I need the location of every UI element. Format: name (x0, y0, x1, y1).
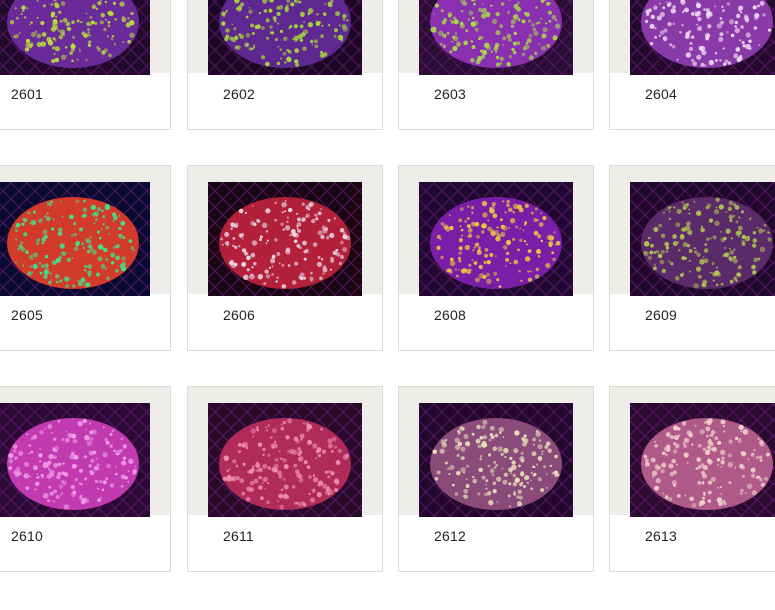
coral-photo-pink-polyp-cluster[interactable] (0, 403, 150, 517)
card-caption[interactable]: 2609 (645, 307, 677, 323)
card-caption[interactable]: 2603 (434, 86, 466, 102)
card-caption[interactable]: 2608 (434, 307, 466, 323)
gallery-card[interactable]: 2612 (398, 386, 594, 572)
coral-photo-green-rimmed-purple-polyps[interactable] (208, 0, 362, 75)
gallery-card[interactable]: 2611 (187, 386, 383, 572)
coral-photo-cream-polyp-cluster[interactable] (419, 403, 573, 517)
gallery-card[interactable]: 2609 (609, 165, 775, 351)
gallery-card[interactable]: 2608 (398, 165, 594, 351)
card-caption[interactable]: 2611 (223, 528, 254, 544)
gallery-card[interactable]: 2613 (609, 386, 775, 572)
card-caption[interactable]: 2612 (434, 528, 466, 544)
gallery-card[interactable]: 2603 (398, 0, 594, 130)
card-caption[interactable]: 2602 (223, 86, 255, 102)
gallery-card[interactable]: 2604 (609, 0, 775, 130)
card-caption[interactable]: 2604 (645, 86, 677, 102)
coral-photo-red-pink-polyp-cluster[interactable] (208, 403, 362, 517)
coral-photo-purple-mushroom-gold-rays[interactable] (419, 182, 573, 296)
gallery-card[interactable]: 2606 (187, 165, 383, 351)
card-caption[interactable]: 2605 (11, 307, 43, 323)
coral-photo-green-polyp-cluster[interactable] (630, 182, 775, 296)
coral-photo-green-rimmed-purple-polyps[interactable] (419, 0, 573, 75)
card-caption[interactable]: 2613 (645, 528, 677, 544)
coral-photo-purple-mushroom-white-spots[interactable] (630, 0, 775, 75)
coral-photo-cream-pink-polyp-cluster[interactable] (630, 403, 775, 517)
card-caption[interactable]: 2601 (11, 86, 43, 102)
coral-photo-green-rimmed-purple-polyps[interactable] (0, 0, 150, 75)
gallery-card[interactable]: 2601 (0, 0, 171, 130)
gallery-card[interactable]: 2610 (0, 386, 171, 572)
coral-photo-red-mushroom-green-streaks[interactable] (0, 182, 150, 296)
card-caption[interactable]: 2610 (11, 528, 43, 544)
card-caption[interactable]: 2606 (223, 307, 255, 323)
coral-photo-red-white-mushroom[interactable] (208, 182, 362, 296)
gallery-card[interactable]: 2602 (187, 0, 383, 130)
gallery-card[interactable]: 2605 (0, 165, 171, 351)
coral-gallery-grid: 2601 2602 2603 2604 2605 2606 2608 2609 2610 2611… (0, 0, 775, 610)
